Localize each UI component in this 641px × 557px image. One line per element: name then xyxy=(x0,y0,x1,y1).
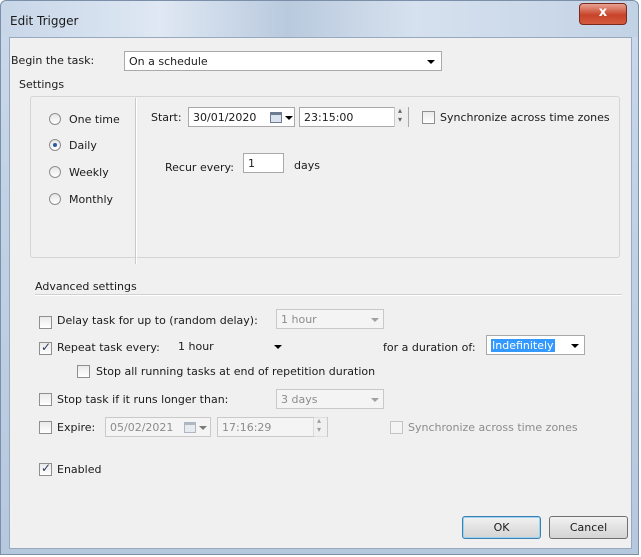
ok-button-label: OK xyxy=(493,521,510,534)
chevron-down-icon xyxy=(285,116,293,120)
duration-label: for a duration of: xyxy=(383,341,476,354)
radio-one-time[interactable] xyxy=(49,113,61,125)
cancel-button-label: Cancel xyxy=(569,521,608,534)
sync-time-zones-checkbox[interactable] xyxy=(422,111,435,124)
radio-weekly-label: Weekly xyxy=(69,166,109,179)
delay-task-label: Delay task for up to (random delay): xyxy=(57,314,258,327)
recur-every-value: 1 xyxy=(248,157,255,170)
enabled-label: Enabled xyxy=(57,463,102,476)
start-time-value: 23:15:00 xyxy=(304,111,354,124)
stop-all-tasks-checkbox[interactable] xyxy=(77,365,90,378)
begin-task-label: Begin the task: xyxy=(11,54,95,67)
start-date-picker[interactable]: 30/01/2020 xyxy=(188,107,295,127)
advanced-settings-label: Advanced settings xyxy=(35,280,137,293)
chevron-down-icon xyxy=(371,398,379,402)
start-time-field[interactable]: 23:15:00 xyxy=(299,106,409,127)
delay-task-value: 1 hour xyxy=(281,313,317,326)
chevron-down-icon xyxy=(199,426,207,430)
chevron-down-icon xyxy=(371,318,379,322)
expire-date-value: 05/02/2021 xyxy=(110,421,174,434)
sync-time-zones-label: Synchronize across time zones xyxy=(440,111,610,124)
expire-date-picker[interactable]: 05/02/2021 xyxy=(105,417,211,437)
expire-sync-label: Synchronize across time zones xyxy=(408,421,578,434)
close-button[interactable]: x xyxy=(579,3,627,25)
time-spinner-icon[interactable] xyxy=(394,106,408,127)
settings-divider xyxy=(135,98,137,264)
radio-daily-label: Daily xyxy=(69,139,97,152)
calendar-icon[interactable] xyxy=(270,112,282,123)
radio-weekly[interactable] xyxy=(49,166,61,178)
duration-value: Indefinitely xyxy=(491,339,555,352)
calendar-icon[interactable] xyxy=(184,422,196,433)
title-bar[interactable]: Edit Trigger x xyxy=(1,1,638,37)
expire-checkbox[interactable] xyxy=(39,421,52,434)
expire-sync-checkbox[interactable] xyxy=(390,421,403,434)
delay-task-dropdown[interactable]: 1 hour xyxy=(276,309,384,329)
chevron-down-icon xyxy=(274,345,282,349)
begin-task-dropdown[interactable]: On a schedule xyxy=(124,51,442,71)
expire-label: Expire: xyxy=(57,421,96,434)
window-title: Edit Trigger xyxy=(10,14,79,28)
repeat-task-label: Repeat task every: xyxy=(57,341,160,354)
stop-longer-label: Stop task if it runs longer than: xyxy=(57,393,229,406)
advanced-divider xyxy=(35,294,622,296)
radio-monthly-label: Monthly xyxy=(69,193,114,206)
begin-task-value: On a schedule xyxy=(129,55,208,68)
dialog-body: Begin the task: On a schedule Settings O… xyxy=(9,37,632,549)
time-spinner-icon[interactable] xyxy=(313,416,327,437)
recur-every-label: Recur every: xyxy=(165,161,234,174)
start-label: Start: xyxy=(151,111,182,124)
chevron-down-icon xyxy=(571,344,579,348)
repeat-task-value: 1 hour xyxy=(178,340,214,353)
duration-dropdown[interactable]: Indefinitely xyxy=(486,335,585,355)
edit-trigger-window: Edit Trigger x Begin the task: On a sche… xyxy=(0,0,639,555)
cancel-button[interactable]: Cancel xyxy=(549,516,628,539)
radio-monthly[interactable] xyxy=(49,193,61,205)
delay-task-checkbox[interactable] xyxy=(39,316,52,329)
chevron-down-icon xyxy=(427,60,435,64)
start-date-value: 30/01/2020 xyxy=(193,111,257,124)
enabled-checkbox[interactable] xyxy=(39,461,52,476)
stop-longer-checkbox[interactable] xyxy=(39,393,52,406)
expire-time-value: 17:16:29 xyxy=(222,421,272,434)
settings-group-label: Settings xyxy=(19,78,65,91)
ok-button[interactable]: OK xyxy=(462,516,541,539)
radio-daily[interactable] xyxy=(49,139,61,151)
stop-all-tasks-label: Stop all running tasks at end of repetit… xyxy=(96,365,376,378)
recur-every-field[interactable]: 1 xyxy=(243,153,284,173)
radio-one-time-label: One time xyxy=(69,113,120,126)
stop-longer-value: 3 days xyxy=(281,393,318,406)
repeat-task-checkbox[interactable] xyxy=(39,340,52,355)
stop-longer-dropdown[interactable]: 3 days xyxy=(276,389,384,409)
expire-time-field[interactable]: 17:16:29 xyxy=(217,416,328,437)
close-icon: x xyxy=(598,5,608,20)
repeat-task-dropdown[interactable]: 1 hour xyxy=(173,336,287,356)
recur-unit-label: days xyxy=(294,159,320,172)
